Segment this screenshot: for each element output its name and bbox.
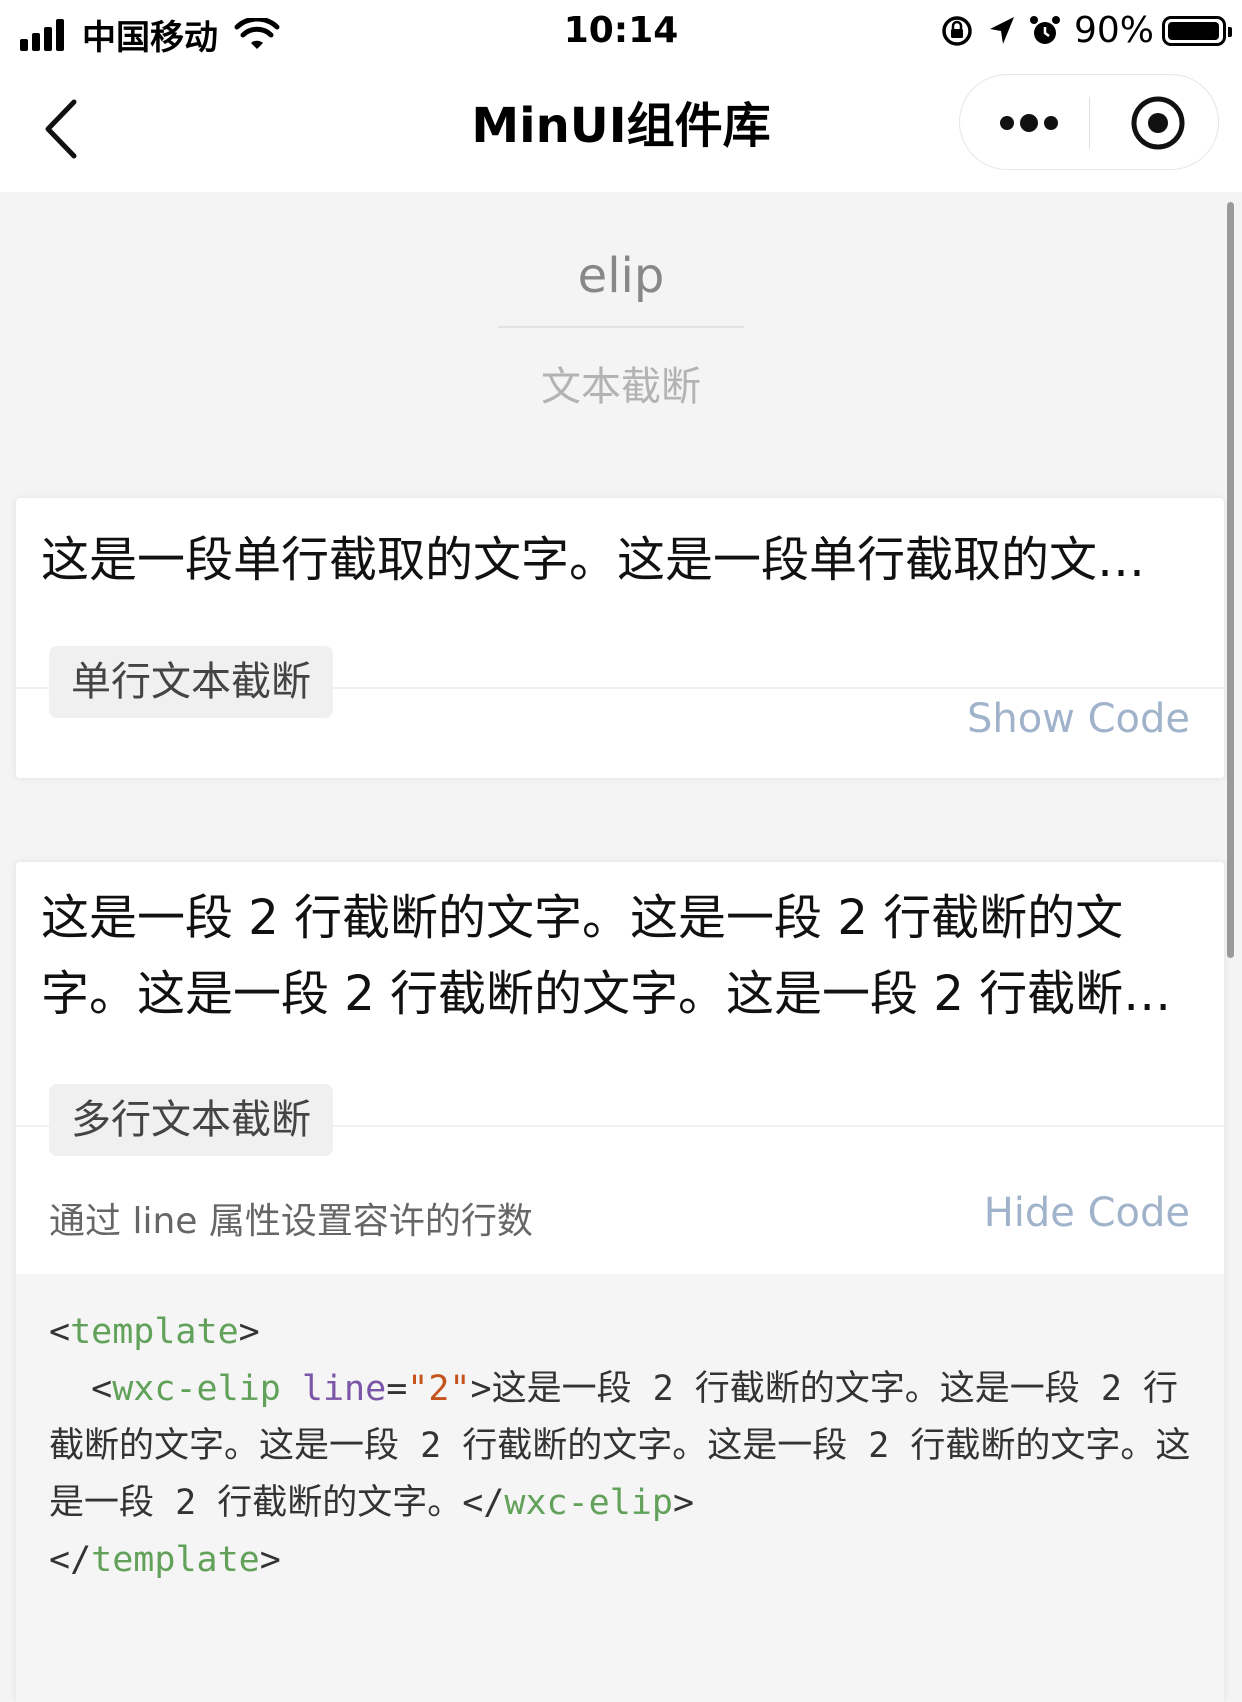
demo-card-multi-line: 这是一段 2 行截断的文字。这是一段 2 行截断的文字。这是一段 2 行截断的文…	[16, 862, 1224, 1702]
demo-tag: 单行文本截断	[49, 646, 333, 718]
component-description: 文本截断	[541, 364, 701, 410]
battery-icon	[1162, 15, 1232, 46]
nav-bar: MinUI组件库	[0, 64, 1242, 192]
status-bar: 中国移动 10:14 90%	[0, 0, 1242, 64]
alarm-icon	[1029, 15, 1060, 44]
capsule-divider	[1089, 97, 1090, 149]
demo-text-multi-line: 这是一段 2 行截断的文字。这是一段 2 行截断的文字。这是一段 2 行截断的文…	[41, 890, 1172, 1022]
code-snippet: <template> <wxc-elip line="2">这是一段 2 行截断…	[49, 1312, 1191, 1580]
component-name: elip	[577, 248, 665, 304]
demo-card-single-line: 这是一段单行截取的文字。这是一段单行截取的文字。 单行文本截断 Show Cod…	[16, 498, 1224, 778]
demo-description: 通过 line 属性设置容许的行数	[49, 1201, 533, 1242]
battery-percent: 90%	[1073, 10, 1154, 51]
component-header: elip 文本截断	[0, 248, 1242, 412]
more-dots-icon[interactable]	[998, 105, 1060, 141]
demo-text-single-line: 这是一段单行截取的文字。这是一段单行截取的文字。	[41, 532, 1188, 588]
hide-code-button[interactable]: Hide Code	[984, 1190, 1190, 1236]
capsule-menu	[959, 74, 1219, 170]
close-circle-icon[interactable]	[1128, 93, 1188, 153]
header-divider	[498, 326, 744, 328]
rotation-lock-icon	[942, 15, 972, 46]
code-block: <template> <wxc-elip line="2">这是一段 2 行截断…	[16, 1274, 1224, 1702]
demo-tag: 多行文本截断	[49, 1084, 333, 1156]
location-arrow-icon	[989, 16, 1014, 44]
show-code-button[interactable]: Show Code	[967, 696, 1190, 742]
